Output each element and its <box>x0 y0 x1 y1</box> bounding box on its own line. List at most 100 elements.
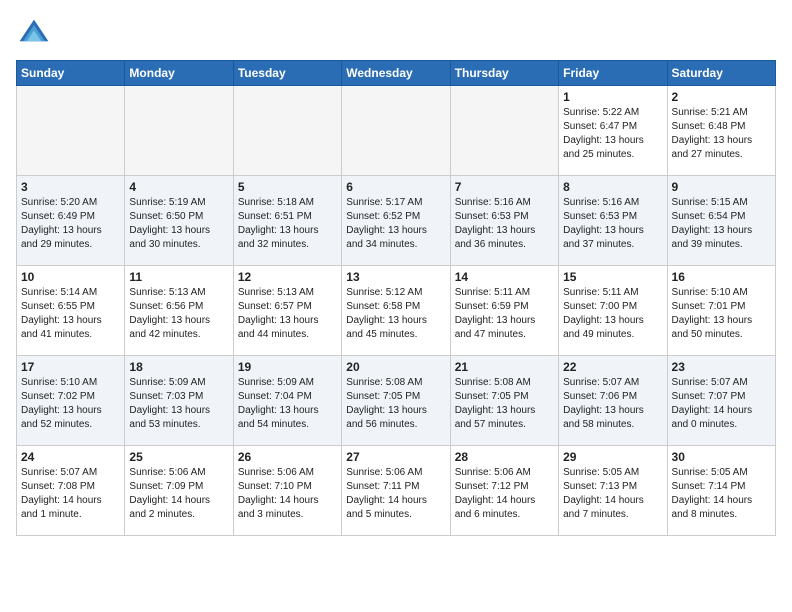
day-info: Sunrise: 5:06 AM Sunset: 7:10 PM Dayligh… <box>238 466 337 522</box>
day-number: 23 <box>672 360 771 374</box>
day-info: Sunrise: 5:07 AM Sunset: 7:08 PM Dayligh… <box>21 466 120 522</box>
calendar-table: SundayMondayTuesdayWednesdayThursdayFrid… <box>16 60 776 536</box>
day-number: 5 <box>238 180 337 194</box>
calendar-cell: 5 Sunrise: 5:18 AM Sunset: 6:51 PM Daylig… <box>233 176 341 266</box>
day-info: Sunrise: 5:06 AM Sunset: 7:09 PM Dayligh… <box>129 466 228 522</box>
day-info: Sunrise: 5:05 AM Sunset: 7:14 PM Dayligh… <box>672 466 771 522</box>
weekday-header-tuesday: Tuesday <box>233 61 341 86</box>
calendar-cell: 15 Sunrise: 5:11 AM Sunset: 7:00 PM Dayli… <box>559 266 667 356</box>
calendar-cell: 26 Sunrise: 5:06 AM Sunset: 7:10 PM Dayli… <box>233 446 341 536</box>
day-number: 2 <box>672 90 771 104</box>
calendar-week-1: 1 Sunrise: 5:22 AM Sunset: 6:47 PM Daylig… <box>17 86 776 176</box>
weekday-header-thursday: Thursday <box>450 61 558 86</box>
weekday-header-monday: Monday <box>125 61 233 86</box>
calendar-cell: 13 Sunrise: 5:12 AM Sunset: 6:58 PM Dayli… <box>342 266 450 356</box>
day-info: Sunrise: 5:13 AM Sunset: 6:56 PM Dayligh… <box>129 286 228 342</box>
day-info: Sunrise: 5:09 AM Sunset: 7:04 PM Dayligh… <box>238 376 337 432</box>
calendar-cell: 27 Sunrise: 5:06 AM Sunset: 7:11 PM Dayli… <box>342 446 450 536</box>
day-number: 10 <box>21 270 120 284</box>
calendar-cell: 24Sunrise: 5:07 AM Sunset: 7:08 PM Dayli… <box>17 446 125 536</box>
weekday-header-wednesday: Wednesday <box>342 61 450 86</box>
day-number: 9 <box>672 180 771 194</box>
day-number: 6 <box>346 180 445 194</box>
calendar-cell: 9Sunrise: 5:15 AM Sunset: 6:54 PM Daylig… <box>667 176 775 266</box>
day-number: 26 <box>238 450 337 464</box>
calendar-cell: 12 Sunrise: 5:13 AM Sunset: 6:57 PM Dayli… <box>233 266 341 356</box>
calendar-cell: 29Sunrise: 5:05 AM Sunset: 7:13 PM Dayli… <box>559 446 667 536</box>
day-info: Sunrise: 5:21 AM Sunset: 6:48 PM Dayligh… <box>672 106 771 162</box>
day-info: Sunrise: 5:16 AM Sunset: 6:53 PM Dayligh… <box>455 196 554 252</box>
day-number: 12 <box>238 270 337 284</box>
calendar-cell: 1 Sunrise: 5:22 AM Sunset: 6:47 PM Daylig… <box>559 86 667 176</box>
day-number: 7 <box>455 180 554 194</box>
day-number: 27 <box>346 450 445 464</box>
day-number: 4 <box>129 180 228 194</box>
day-number: 1 <box>563 90 662 104</box>
day-info: Sunrise: 5:09 AM Sunset: 7:03 PM Dayligh… <box>129 376 228 432</box>
day-number: 25 <box>129 450 228 464</box>
day-info: Sunrise: 5:11 AM Sunset: 7:00 PM Dayligh… <box>563 286 662 342</box>
day-info: Sunrise: 5:11 AM Sunset: 6:59 PM Dayligh… <box>455 286 554 342</box>
day-info: Sunrise: 5:12 AM Sunset: 6:58 PM Dayligh… <box>346 286 445 342</box>
calendar-cell: 18Sunrise: 5:09 AM Sunset: 7:03 PM Dayli… <box>125 356 233 446</box>
weekday-header-saturday: Saturday <box>667 61 775 86</box>
day-info: Sunrise: 5:10 AM Sunset: 7:02 PM Dayligh… <box>21 376 120 432</box>
day-info: Sunrise: 5:07 AM Sunset: 7:06 PM Dayligh… <box>563 376 662 432</box>
calendar-cell: 28 Sunrise: 5:06 AM Sunset: 7:12 PM Dayli… <box>450 446 558 536</box>
calendar-cell: 20 Sunrise: 5:08 AM Sunset: 7:05 PM Dayli… <box>342 356 450 446</box>
day-info: Sunrise: 5:22 AM Sunset: 6:47 PM Dayligh… <box>563 106 662 162</box>
day-number: 8 <box>563 180 662 194</box>
day-info: Sunrise: 5:10 AM Sunset: 7:01 PM Dayligh… <box>672 286 771 342</box>
calendar-cell <box>125 86 233 176</box>
calendar-cell: 8Sunrise: 5:16 AM Sunset: 6:53 PM Daylig… <box>559 176 667 266</box>
day-number: 30 <box>672 450 771 464</box>
calendar-cell: 3Sunrise: 5:20 AM Sunset: 6:49 PM Daylig… <box>17 176 125 266</box>
day-number: 13 <box>346 270 445 284</box>
calendar-cell: 23 Sunrise: 5:07 AM Sunset: 7:07 PM Dayli… <box>667 356 775 446</box>
calendar-cell: 21Sunrise: 5:08 AM Sunset: 7:05 PM Dayli… <box>450 356 558 446</box>
day-info: Sunrise: 5:20 AM Sunset: 6:49 PM Dayligh… <box>21 196 120 252</box>
calendar-cell: 25 Sunrise: 5:06 AM Sunset: 7:09 PM Dayli… <box>125 446 233 536</box>
calendar-cell <box>17 86 125 176</box>
day-info: Sunrise: 5:06 AM Sunset: 7:12 PM Dayligh… <box>455 466 554 522</box>
calendar-week-5: 24Sunrise: 5:07 AM Sunset: 7:08 PM Dayli… <box>17 446 776 536</box>
calendar-cell: 10Sunrise: 5:14 AM Sunset: 6:55 PM Dayli… <box>17 266 125 356</box>
day-number: 22 <box>563 360 662 374</box>
day-info: Sunrise: 5:08 AM Sunset: 7:05 PM Dayligh… <box>455 376 554 432</box>
day-number: 15 <box>563 270 662 284</box>
day-info: Sunrise: 5:07 AM Sunset: 7:07 PM Dayligh… <box>672 376 771 432</box>
calendar-cell: 17 Sunrise: 5:10 AM Sunset: 7:02 PM Dayli… <box>17 356 125 446</box>
calendar-cell: 7 Sunrise: 5:16 AM Sunset: 6:53 PM Daylig… <box>450 176 558 266</box>
calendar-cell: 30 Sunrise: 5:05 AM Sunset: 7:14 PM Dayli… <box>667 446 775 536</box>
day-info: Sunrise: 5:08 AM Sunset: 7:05 PM Dayligh… <box>346 376 445 432</box>
calendar-cell <box>342 86 450 176</box>
weekday-header-row: SundayMondayTuesdayWednesdayThursdayFrid… <box>17 61 776 86</box>
logo-icon <box>16 16 52 52</box>
day-info: Sunrise: 5:06 AM Sunset: 7:11 PM Dayligh… <box>346 466 445 522</box>
weekday-header-friday: Friday <box>559 61 667 86</box>
weekday-header-sunday: Sunday <box>17 61 125 86</box>
calendar-week-4: 17 Sunrise: 5:10 AM Sunset: 7:02 PM Dayli… <box>17 356 776 446</box>
day-info: Sunrise: 5:18 AM Sunset: 6:51 PM Dayligh… <box>238 196 337 252</box>
day-number: 20 <box>346 360 445 374</box>
page-header <box>16 16 776 52</box>
day-info: Sunrise: 5:05 AM Sunset: 7:13 PM Dayligh… <box>563 466 662 522</box>
calendar-cell: 14Sunrise: 5:11 AM Sunset: 6:59 PM Dayli… <box>450 266 558 356</box>
logo <box>16 16 56 52</box>
calendar-cell <box>450 86 558 176</box>
day-info: Sunrise: 5:17 AM Sunset: 6:52 PM Dayligh… <box>346 196 445 252</box>
day-number: 16 <box>672 270 771 284</box>
day-info: Sunrise: 5:13 AM Sunset: 6:57 PM Dayligh… <box>238 286 337 342</box>
day-number: 11 <box>129 270 228 284</box>
calendar-cell <box>233 86 341 176</box>
day-number: 17 <box>21 360 120 374</box>
calendar-cell: 6 Sunrise: 5:17 AM Sunset: 6:52 PM Daylig… <box>342 176 450 266</box>
calendar-cell: 22 Sunrise: 5:07 AM Sunset: 7:06 PM Dayli… <box>559 356 667 446</box>
day-number: 28 <box>455 450 554 464</box>
calendar-cell: 16 Sunrise: 5:10 AM Sunset: 7:01 PM Dayli… <box>667 266 775 356</box>
day-number: 19 <box>238 360 337 374</box>
calendar-cell: 11 Sunrise: 5:13 AM Sunset: 6:56 PM Dayli… <box>125 266 233 356</box>
calendar-cell: 19 Sunrise: 5:09 AM Sunset: 7:04 PM Dayli… <box>233 356 341 446</box>
calendar-cell: 2 Sunrise: 5:21 AM Sunset: 6:48 PM Daylig… <box>667 86 775 176</box>
calendar-cell: 4Sunrise: 5:19 AM Sunset: 6:50 PM Daylig… <box>125 176 233 266</box>
